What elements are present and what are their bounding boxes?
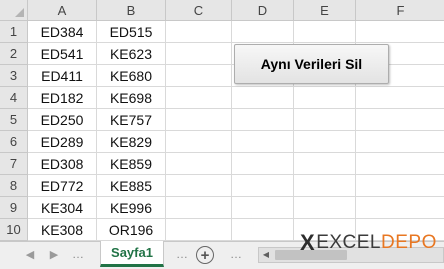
- cell-d8[interactable]: [232, 175, 294, 197]
- cell-e5[interactable]: [294, 109, 356, 131]
- row-header[interactable]: 7: [0, 153, 28, 175]
- cell-a6[interactable]: ED289: [28, 131, 97, 153]
- more-tabs-right[interactable]: …: [176, 247, 189, 261]
- cell-c2[interactable]: [166, 43, 232, 65]
- cell-e4[interactable]: [294, 87, 356, 109]
- column-header-e[interactable]: E: [294, 0, 356, 21]
- select-all-corner[interactable]: [0, 0, 28, 21]
- cell-d7[interactable]: [232, 153, 294, 175]
- cell-f9[interactable]: [356, 197, 444, 219]
- row-header[interactable]: 2: [0, 43, 28, 65]
- cell-d5[interactable]: [232, 109, 294, 131]
- logo-x: X: [300, 230, 316, 255]
- cell-c4[interactable]: [166, 87, 232, 109]
- cell-f4[interactable]: [356, 87, 444, 109]
- add-sheet-icon[interactable]: +: [196, 246, 214, 264]
- cell-b2[interactable]: KE623: [97, 43, 166, 65]
- cell-f1[interactable]: [356, 21, 444, 43]
- cell-b7[interactable]: KE859: [97, 153, 166, 175]
- column-header-b[interactable]: B: [97, 0, 166, 21]
- cell-a2[interactable]: ED541: [28, 43, 97, 65]
- cell-b8[interactable]: KE885: [97, 175, 166, 197]
- cell-f7[interactable]: [356, 153, 444, 175]
- cell-a10[interactable]: KE308: [28, 219, 97, 241]
- cell-b3[interactable]: KE680: [97, 65, 166, 87]
- cell-b9[interactable]: KE996: [97, 197, 166, 219]
- cell-c10[interactable]: [166, 219, 232, 241]
- row-header[interactable]: 4: [0, 87, 28, 109]
- triangle-left-icon[interactable]: ◀: [24, 249, 36, 261]
- cell-f6[interactable]: [356, 131, 444, 153]
- row-header[interactable]: 3: [0, 65, 28, 87]
- cell-a3[interactable]: ED411: [28, 65, 97, 87]
- cell-b5[interactable]: KE757: [97, 109, 166, 131]
- tab-split-dots[interactable]: …: [230, 247, 243, 261]
- cell-b10[interactable]: OR196: [97, 219, 166, 241]
- column-header-a[interactable]: A: [28, 0, 97, 21]
- cell-a8[interactable]: ED772: [28, 175, 97, 197]
- cell-e1[interactable]: [294, 21, 356, 43]
- sheet-tab-label: Sayfa1: [111, 245, 153, 260]
- cell-b1[interactable]: ED515: [97, 21, 166, 43]
- more-tabs-left[interactable]: …: [72, 247, 85, 261]
- exceldepo-logo: X EXCEL DEPO: [300, 230, 437, 256]
- cell-c5[interactable]: [166, 109, 232, 131]
- cell-a5[interactable]: ED250: [28, 109, 97, 131]
- cell-b6[interactable]: KE829: [97, 131, 166, 153]
- cell-f8[interactable]: [356, 175, 444, 197]
- plus-icon: +: [200, 246, 210, 264]
- spreadsheet-grid: ABCDEF 1 ED384 ED515 2 ED541 KE623 3 ED411 KE680…: [0, 0, 444, 241]
- triangle-right-icon[interactable]: ▶: [48, 249, 60, 261]
- cell-a7[interactable]: ED308: [28, 153, 97, 175]
- cell-c1[interactable]: [166, 21, 232, 43]
- cell-e8[interactable]: [294, 175, 356, 197]
- row-header[interactable]: 9: [0, 197, 28, 219]
- cell-c3[interactable]: [166, 65, 232, 87]
- cell-a1[interactable]: ED384: [28, 21, 97, 43]
- sheet-tab-sayfa1[interactable]: Sayfa1: [100, 241, 164, 267]
- column-header-d[interactable]: D: [232, 0, 294, 21]
- cell-c6[interactable]: [166, 131, 232, 153]
- cell-c7[interactable]: [166, 153, 232, 175]
- cell-d9[interactable]: [232, 197, 294, 219]
- row-header[interactable]: 5: [0, 109, 28, 131]
- cell-b4[interactable]: KE698: [97, 87, 166, 109]
- row-header[interactable]: 8: [0, 175, 28, 197]
- cell-d6[interactable]: [232, 131, 294, 153]
- remove-duplicates-button[interactable]: Aynı Verileri Sil: [234, 44, 389, 84]
- column-header-f[interactable]: F: [356, 0, 444, 21]
- cell-e6[interactable]: [294, 131, 356, 153]
- cell-c9[interactable]: [166, 197, 232, 219]
- row-header[interactable]: 10: [0, 219, 28, 241]
- row-header[interactable]: 1: [0, 21, 28, 43]
- column-header-c[interactable]: C: [166, 0, 232, 21]
- cell-d4[interactable]: [232, 87, 294, 109]
- cell-a4[interactable]: ED182: [28, 87, 97, 109]
- logo-depo-text: DEPO: [381, 232, 437, 253]
- cell-c8[interactable]: [166, 175, 232, 197]
- row-header[interactable]: 6: [0, 131, 28, 153]
- cell-a9[interactable]: KE304: [28, 197, 97, 219]
- cell-e9[interactable]: [294, 197, 356, 219]
- logo-excel-text: EXCEL: [316, 232, 381, 253]
- cell-d10[interactable]: [232, 219, 294, 241]
- cell-d1[interactable]: [232, 21, 294, 43]
- scroll-left-icon[interactable]: ◀: [260, 249, 272, 261]
- remove-duplicates-button-label: Aynı Verileri Sil: [260, 56, 363, 72]
- cell-f5[interactable]: [356, 109, 444, 131]
- cell-e7[interactable]: [294, 153, 356, 175]
